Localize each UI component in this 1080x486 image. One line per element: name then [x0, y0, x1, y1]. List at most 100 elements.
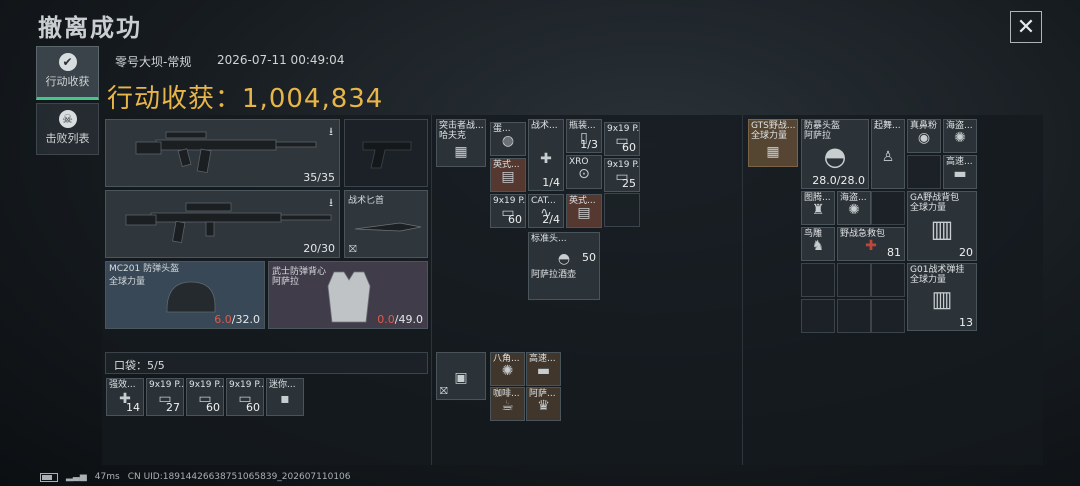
tab-kill-list[interactable]: ☠ 击败列表	[36, 103, 99, 155]
item-count: 60	[622, 141, 636, 154]
item-label: 突击者战...	[439, 121, 484, 131]
pouch-container[interactable]: ▣ ⛝	[436, 352, 486, 400]
backpack-empty-slot[interactable]	[871, 263, 905, 297]
backpack-item[interactable]: 起舞... ♙	[871, 119, 905, 189]
close-button[interactable]: ✕	[1010, 11, 1042, 43]
backpack-empty-slot[interactable]	[801, 263, 835, 297]
item-label: 起舞...	[874, 121, 901, 131]
melee-label: 战术匕首	[348, 196, 385, 206]
pocket-item[interactable]: 迷你... ▪	[266, 378, 304, 416]
backpack-empty-slot[interactable]	[871, 191, 905, 225]
check-circle-icon: ✔	[58, 53, 77, 71]
tab-action-yield[interactable]: ✔ 行动收获	[36, 46, 99, 100]
pouch-item[interactable]: 咖啡... ☕	[490, 387, 525, 421]
item-label: 迷你...	[269, 380, 296, 390]
download-icon[interactable]: ⭳	[329, 123, 333, 142]
toolbox-icon: ▤	[501, 168, 515, 185]
backpack-item[interactable]: 海盗... ✺	[837, 191, 871, 225]
rig-item[interactable]: 9x19 P... ▭ 60	[604, 122, 640, 156]
item-count: 25	[622, 177, 636, 190]
compass-icon: ✺	[501, 362, 514, 379]
backpack-empty-slot[interactable]	[837, 263, 871, 297]
rig-item[interactable]: 9x19 P... ▭ 25	[604, 158, 640, 192]
backpack-item[interactable]: 图腾... ♜	[801, 191, 835, 225]
armor-brand: 阿萨拉	[272, 277, 300, 287]
powder-icon: ◉	[917, 129, 931, 146]
helmet-brand: 全球力量	[109, 277, 146, 287]
divider	[742, 115, 743, 465]
item-sub: 哈夫克	[439, 131, 467, 141]
status-bar: ▂▃▅ 47ms CN UID:1891442663875106583​9_20…	[40, 472, 351, 482]
item-count: 1/4	[542, 176, 560, 189]
pouch-item[interactable]: 高速... ▬	[526, 352, 561, 386]
tab-label: 行动收获	[45, 75, 90, 88]
rig-item[interactable]: 瓶装... ▯ 1/3	[566, 119, 602, 153]
chest-rig-icon: ▦	[454, 144, 468, 161]
melee-slot[interactable]: 战术匕首 ⛝	[344, 190, 428, 258]
item-count: 60	[508, 213, 522, 226]
backpack-item[interactable]: 防暴头盔 阿萨拉 ◓ 28.0/28.0	[801, 119, 869, 189]
rig-item[interactable]: XRO ⊙	[566, 155, 602, 189]
item-count: 14	[126, 401, 140, 414]
scope-icon: ⊙	[578, 165, 590, 182]
rig-item[interactable]: 英式... ▤	[490, 158, 526, 192]
yield-total: 行动收获：1,004,834	[107, 78, 383, 115]
item-count: 60	[206, 401, 220, 414]
backpack-rig-item[interactable]: GTS野战... 全球力量 ▦	[748, 119, 798, 167]
backpack-icon: ▥	[930, 215, 954, 244]
item-count: 60	[246, 401, 260, 414]
totem-icon: ♜	[811, 201, 825, 218]
item-label: GA野战背包	[910, 193, 960, 203]
helmet-name: MC201 防弹头盔	[109, 264, 180, 274]
rig-item[interactable]: 战术... ✚ 1/4	[528, 119, 564, 191]
item-count: 20	[959, 246, 973, 259]
item-sub: 阿萨拉	[804, 131, 832, 141]
pocket-item[interactable]: 9x19 P... ▭ 60	[226, 378, 264, 416]
signal-icon: ▂▃▅	[66, 472, 87, 482]
pouch-item[interactable]: 八角... ✺	[490, 352, 525, 386]
backpack-item[interactable]: G01战术弹挂 全球力量 ▥ 13	[907, 263, 977, 331]
backpack-item[interactable]: 鸟雕 ♞	[801, 227, 835, 261]
rig-item[interactable]: 9x19 P... ▭ 60	[490, 194, 526, 228]
drive-icon: ▬	[536, 362, 551, 379]
backpack-empty-slot[interactable]	[801, 299, 835, 333]
pouch-item[interactable]: 阿萨... ♛	[526, 387, 561, 421]
backpack-empty-slot[interactable]	[871, 299, 905, 333]
rig-item[interactable]: 英式... ▤	[566, 194, 602, 228]
item-label: G01战术弹挂	[910, 265, 965, 275]
backpack-item[interactable]: 海盗... ✺	[943, 119, 977, 153]
armor-slot[interactable]: 武士防弹背心 阿萨拉 0.0/49.0	[268, 261, 428, 329]
tab-label: 击败列表	[45, 132, 90, 145]
item-label: 9x19 P...	[189, 380, 224, 390]
pocket-item[interactable]: 9x19 P... ▭ 60	[186, 378, 224, 416]
pocket-item[interactable]: 强效... ✚ 14	[106, 378, 144, 416]
helmet-icon: ◓	[557, 251, 571, 268]
rig-item[interactable]: 突击者战... 哈夫克 ▦	[436, 119, 486, 167]
item-label: 9x19 P...	[229, 380, 264, 390]
backpack-empty-slot[interactable]	[907, 155, 941, 189]
pistol-slot[interactable]	[344, 119, 428, 187]
divider	[431, 115, 432, 465]
rig-item[interactable]: 蛋... ◍	[490, 122, 526, 156]
item-count: 1/3	[580, 138, 598, 151]
yield-value: 1,004,834	[242, 84, 384, 114]
rig-item[interactable]: CAT... ∿ 2/4	[528, 194, 564, 228]
backpack-item[interactable]: GA野战背包 全球力量 ▥ 20	[907, 191, 977, 261]
download-icon[interactable]: ⭳	[329, 194, 333, 213]
backpack-item[interactable]: 真鼻粉 ◉	[907, 119, 941, 153]
backpack-empty-slot[interactable]	[837, 299, 871, 333]
secondary-weapon-slot[interactable]: ⭳ 20/30	[105, 190, 340, 258]
pouch-icon: ▣	[454, 370, 468, 387]
item-label: 标准头...	[531, 234, 567, 244]
helmet-slot[interactable]: MC201 防弹头盔 全球力量 6.0/32.0	[105, 261, 265, 329]
rig-item[interactable]: 标准头... ◓ 50 阿萨拉酒壶	[528, 232, 600, 300]
item-label: 野战急救包	[840, 229, 886, 239]
pocket-item[interactable]: 9x19 P... ▭ 27	[146, 378, 184, 416]
item-count: 81	[887, 246, 901, 259]
backpack-item[interactable]: 高速... ▬	[943, 155, 977, 189]
primary-weapon-slot[interactable]: ⭳ 35/35	[105, 119, 340, 187]
rig-empty-slot[interactable]	[604, 193, 640, 227]
gadget-icon: ▪	[280, 390, 290, 407]
backpack-item[interactable]: 野战急救包 ✚ 81	[837, 227, 905, 261]
item-count: 27	[166, 401, 180, 414]
